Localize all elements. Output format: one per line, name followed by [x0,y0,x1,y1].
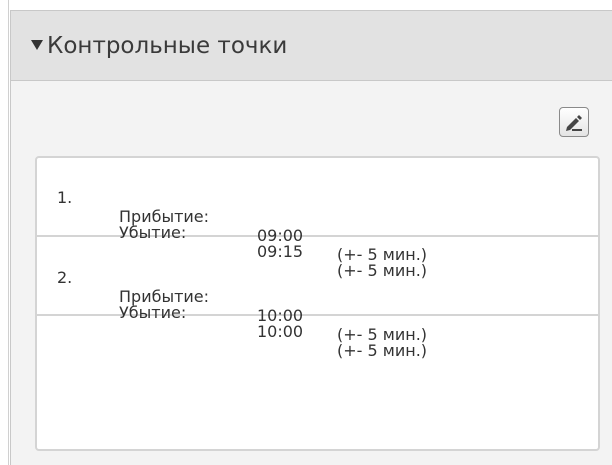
checkpoint-list: 1. Прибытие: 09:00 (+- 5 мин.) Убытие: 0… [35,156,600,451]
panel-header[interactable]: Контрольные точки [11,11,612,81]
departure-line: Убытие: 09:15 (+- 5 мин.) [37,204,427,280]
arrival-line: 1. Прибытие: 09:00 (+- 5 мин.) [37,169,427,264]
list-item[interactable]: 1. Прибытие: 09:00 (+- 5 мин.) Убытие: 0… [37,158,598,280]
pencil-edit-icon [566,115,582,131]
departure-time: 10:00 [257,322,304,341]
departure-tolerance: (+- 5 мин.) [337,341,428,360]
page: Контрольные точки 1. Прибытие: 09:00 (+-… [0,0,612,465]
departure-line: Убытие: 10:00 (+- 5 мин.) [37,284,427,360]
edit-button[interactable] [559,107,589,137]
list-item[interactable]: 2. Прибытие: 10:00 (+- 5 мин.) Убытие: 1… [37,237,598,360]
checkpoints-panel: Контрольные точки 1. Прибытие: 09:00 (+-… [10,10,612,465]
collapse-triangle-icon[interactable] [31,39,43,50]
departure-label: Убытие: [119,303,187,322]
top-edge [0,0,612,10]
arrival-line: 2. Прибытие: 10:00 (+- 5 мин.) [37,249,427,344]
left-edge [0,0,10,465]
panel-title: Контрольные точки [47,32,288,59]
